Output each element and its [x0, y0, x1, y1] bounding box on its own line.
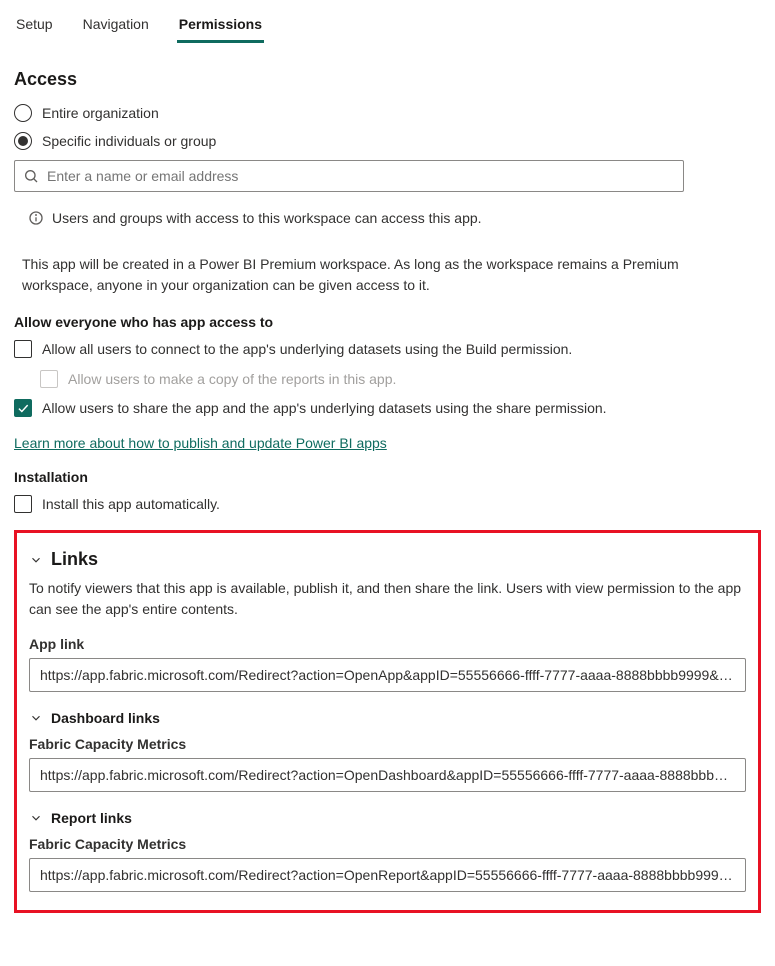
checkbox-label: Install this app automatically.	[42, 495, 220, 515]
allow-heading: Allow everyone who has app access to	[14, 314, 761, 330]
report-links-heading: Report links	[51, 810, 132, 826]
checkbox-label: Allow users to make a copy of the report…	[68, 370, 396, 390]
search-icon	[23, 168, 39, 184]
radio-label: Specific individuals or group	[42, 133, 216, 149]
dashboard-link-label: Fabric Capacity Metrics	[29, 736, 746, 752]
app-link-input[interactable]: https://app.fabric.microsoft.com/Redirec…	[29, 658, 746, 692]
tab-permissions[interactable]: Permissions	[177, 10, 264, 43]
radio-icon	[14, 132, 32, 150]
report-links-collapser[interactable]: Report links	[29, 810, 746, 826]
checkbox-label: Allow users to share the app and the app…	[42, 399, 607, 419]
search-input-wrap[interactable]	[14, 160, 684, 192]
checkbox-icon	[14, 399, 32, 417]
checkbox-copy-reports: Allow users to make a copy of the report…	[40, 370, 761, 390]
checkbox-icon	[40, 370, 58, 388]
dashboard-link-input[interactable]: https://app.fabric.microsoft.com/Redirec…	[29, 758, 746, 792]
dashboard-links-heading: Dashboard links	[51, 710, 160, 726]
report-link-input[interactable]: https://app.fabric.microsoft.com/Redirec…	[29, 858, 746, 892]
checkbox-install-auto[interactable]: Install this app automatically.	[14, 495, 761, 515]
search-input[interactable]	[39, 168, 675, 184]
app-link-label: App link	[29, 636, 746, 652]
tab-navigation[interactable]: Navigation	[81, 10, 151, 43]
installation-heading: Installation	[14, 469, 761, 485]
radio-label: Entire organization	[42, 105, 159, 121]
checkbox-share-app[interactable]: Allow users to share the app and the app…	[14, 399, 761, 419]
chevron-down-icon	[29, 711, 43, 725]
chevron-down-icon	[29, 811, 43, 825]
radio-entire-organization[interactable]: Entire organization	[14, 104, 761, 122]
info-icon	[28, 210, 44, 226]
radio-icon	[14, 104, 32, 122]
report-link-label: Fabric Capacity Metrics	[29, 836, 746, 852]
chevron-down-icon	[29, 553, 43, 567]
checkbox-icon	[14, 340, 32, 358]
learn-more-link[interactable]: Learn more about how to publish and upda…	[14, 435, 387, 451]
dashboard-links-collapser[interactable]: Dashboard links	[29, 710, 746, 726]
info-workspace-access: Users and groups with access to this wor…	[28, 210, 761, 226]
tab-bar: Setup Navigation Permissions	[14, 10, 761, 45]
premium-note: This app will be created in a Power BI P…	[22, 254, 752, 296]
links-section-frame: Links To notify viewers that this app is…	[14, 530, 761, 913]
checkbox-connect-datasets[interactable]: Allow all users to connect to the app's …	[14, 340, 761, 360]
links-heading: Links	[51, 549, 98, 570]
info-text: Users and groups with access to this wor…	[52, 210, 482, 226]
checkbox-label: Allow all users to connect to the app's …	[42, 340, 572, 360]
links-collapser[interactable]: Links	[29, 549, 746, 570]
tab-setup[interactable]: Setup	[14, 10, 55, 43]
radio-specific-individuals[interactable]: Specific individuals or group	[14, 132, 761, 150]
links-description: To notify viewers that this app is avail…	[29, 578, 746, 620]
access-heading: Access	[14, 69, 761, 90]
checkbox-icon	[14, 495, 32, 513]
